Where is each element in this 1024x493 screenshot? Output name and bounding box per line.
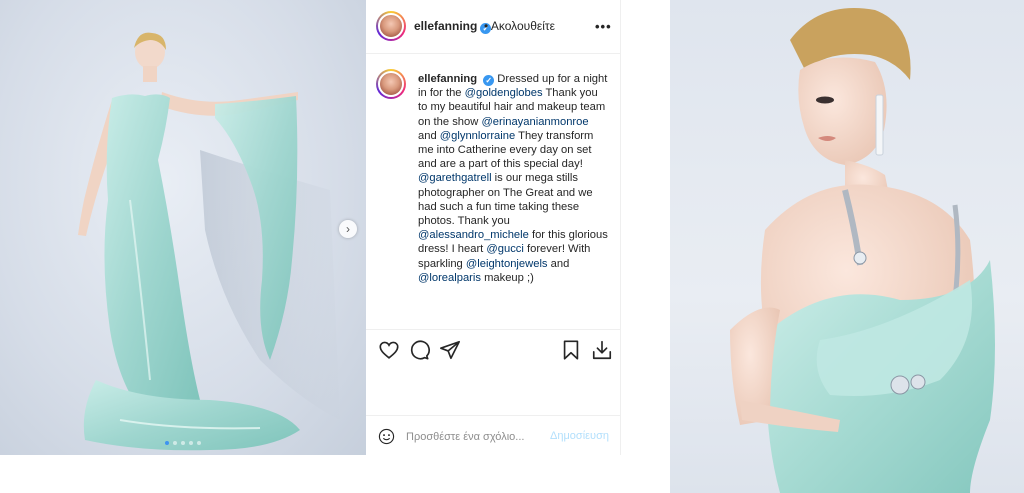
caption-fragment: makeup ;) bbox=[480, 271, 534, 284]
portrait-photo-illustration bbox=[730, 8, 995, 493]
username-text[interactable]: ellefanning bbox=[414, 19, 477, 33]
post-header: ellefanning ✓ • Ακολουθείτε ••• bbox=[366, 0, 621, 54]
post-comment-button[interactable]: Δημοσίευση bbox=[550, 430, 609, 442]
next-slide-button[interactable]: › bbox=[339, 220, 357, 238]
mention-link[interactable]: @lorealparis bbox=[418, 272, 481, 284]
following-status[interactable]: • Ακολουθείτε bbox=[484, 19, 555, 33]
mention-link[interactable]: @goldenglobes bbox=[465, 87, 543, 99]
caption-avatar[interactable] bbox=[376, 69, 406, 99]
mention-link[interactable]: @leightonjewels bbox=[466, 258, 548, 270]
carousel-dot bbox=[173, 441, 177, 445]
dress-photo-illustration bbox=[78, 32, 340, 451]
share-icon[interactable] bbox=[439, 339, 461, 361]
mention-link[interactable]: @glynnlorraine bbox=[440, 130, 515, 142]
caption-body: Dressed up for a night in for the @golde… bbox=[418, 73, 608, 284]
caption-username[interactable]: ellefanning bbox=[418, 73, 477, 85]
avatar[interactable] bbox=[376, 11, 406, 41]
emoji-icon[interactable] bbox=[378, 428, 395, 445]
mention-link[interactable]: @garethgatrell bbox=[418, 172, 492, 184]
carousel-dot bbox=[189, 441, 193, 445]
comment-input[interactable] bbox=[406, 429, 546, 445]
caption-verified-icon: ✓ bbox=[477, 73, 495, 86]
mention-link[interactable]: @gucci bbox=[486, 243, 523, 255]
more-options-icon[interactable]: ••• bbox=[595, 19, 612, 34]
caption-section: ellefanning ✓ Dressed up for a night in … bbox=[366, 55, 621, 330]
bookmark-icon[interactable] bbox=[560, 339, 582, 361]
instagram-post-view: › ellefanning ✓ • Ακολουθείτε ••• ellefan… bbox=[0, 0, 1024, 493]
heart-icon[interactable] bbox=[378, 339, 400, 361]
carousel-dot bbox=[181, 441, 185, 445]
mention-link[interactable]: @alessandro_michele bbox=[418, 229, 529, 241]
username-link[interactable]: ellefanning ✓ bbox=[414, 19, 492, 34]
post-panel: ellefanning ✓ • Ακολουθείτε ••• ellefanni… bbox=[366, 0, 621, 455]
side-photo bbox=[670, 0, 1024, 493]
carousel-dot bbox=[165, 441, 169, 445]
mention-link[interactable]: @erinayanianmonroe bbox=[481, 116, 588, 128]
download-icon[interactable] bbox=[591, 339, 613, 361]
carousel-dots bbox=[0, 441, 366, 445]
carousel-dot bbox=[197, 441, 201, 445]
caption-fragment: and bbox=[547, 257, 570, 270]
post-photo[interactable]: › bbox=[0, 0, 366, 455]
caption-text: ellefanning ✓ Dressed up for a night in … bbox=[418, 72, 608, 285]
caption-fragment: and bbox=[418, 129, 440, 142]
comment-icon[interactable] bbox=[408, 339, 430, 361]
action-bar bbox=[366, 331, 621, 369]
add-comment-row: Δημοσίευση bbox=[366, 415, 621, 455]
